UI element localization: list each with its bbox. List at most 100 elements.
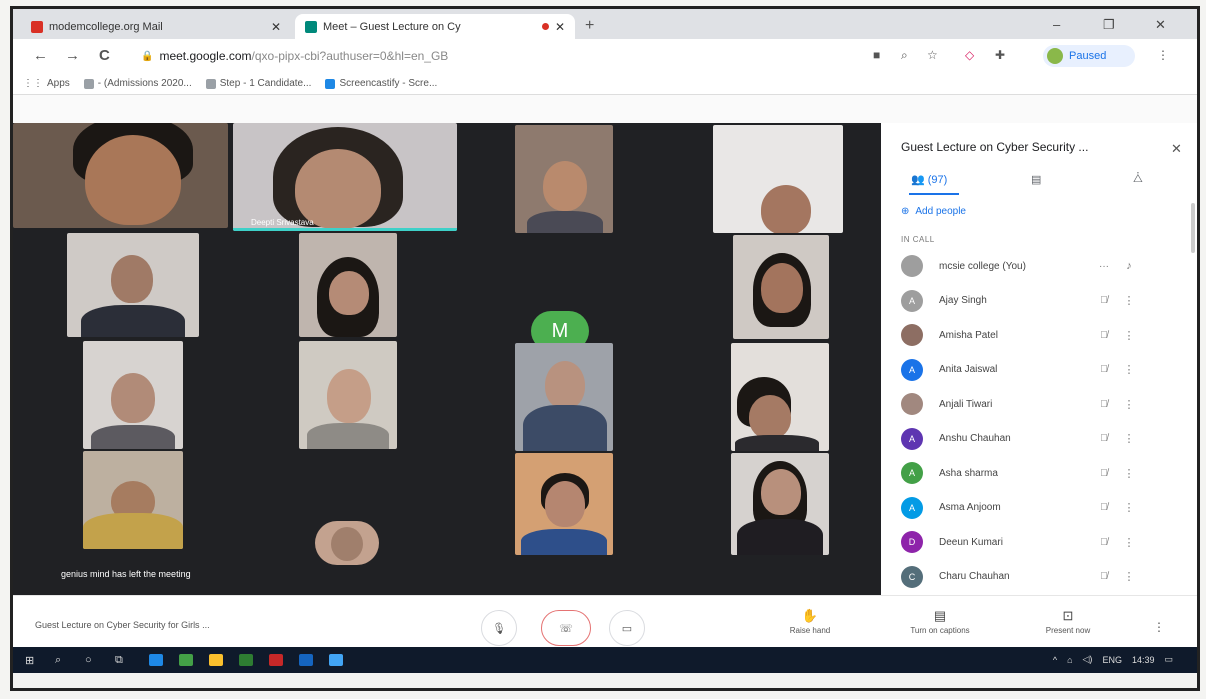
tab-gmail[interactable]: modemcollege.org Mail ✕ bbox=[21, 14, 291, 39]
star-icon[interactable]: ☆ bbox=[927, 48, 938, 62]
list-item[interactable]: A Anita Jaiswal 🎙̸ ⋮ bbox=[901, 353, 1185, 388]
video-tile[interactable]: Deepti Srivastava bbox=[233, 123, 457, 231]
more-vert-icon[interactable]: ⋮ bbox=[1157, 48, 1169, 62]
cortana-icon[interactable]: ○ bbox=[85, 653, 92, 667]
mic-button[interactable]: 🎙 bbox=[481, 610, 517, 646]
list-item[interactable]: C Charu Chauhan 🎙̸ ⋮ bbox=[901, 560, 1185, 595]
tab-meet[interactable]: Meet – Guest Lecture on Cy ✕ bbox=[295, 14, 575, 39]
people-panel: Guest Lecture on Cyber Security ... ✕ 👥 … bbox=[881, 123, 1197, 595]
reload-button[interactable]: C bbox=[99, 47, 110, 64]
minimize-button[interactable]: – bbox=[1053, 17, 1060, 32]
tab-activities[interactable]: ⧊ bbox=[1133, 173, 1143, 186]
camera-button[interactable]: ▭ bbox=[609, 610, 645, 646]
task-view-icon[interactable]: ⧉ bbox=[115, 653, 123, 667]
video-tile[interactable] bbox=[713, 125, 843, 233]
tray-expand-icon[interactable]: ^ bbox=[1053, 655, 1057, 665]
forward-button[interactable]: → bbox=[65, 47, 80, 64]
more-vert-icon[interactable]: ⋮ bbox=[1119, 432, 1139, 445]
more-vert-icon[interactable]: ⋮ bbox=[1119, 536, 1139, 549]
video-tile[interactable] bbox=[733, 235, 829, 339]
file-explorer-icon[interactable] bbox=[209, 654, 223, 666]
panel-title: Guest Lecture on Cyber Security ... bbox=[901, 140, 1089, 154]
video-tile[interactable] bbox=[515, 343, 613, 451]
avatar bbox=[901, 324, 923, 347]
list-item[interactable]: mcsie college (You) ··· ♪ bbox=[901, 249, 1185, 284]
more-vert-icon[interactable]: ⋮ bbox=[1153, 620, 1165, 634]
search-icon[interactable]: ⌕ bbox=[55, 653, 61, 667]
windows-start-icon[interactable]: ⊞ bbox=[25, 653, 34, 667]
address-bar[interactable]: 🔒 meet.google.com/qxo-pipx-cbi?authuser=… bbox=[133, 44, 863, 68]
camera-icon[interactable]: ■ bbox=[873, 48, 880, 62]
close-tab-icon[interactable]: ✕ bbox=[271, 20, 281, 34]
more-vert-icon[interactable]: ⋮ bbox=[1119, 294, 1139, 307]
video-tile[interactable] bbox=[731, 453, 829, 555]
network-icon[interactable]: ⌂ bbox=[1067, 655, 1072, 665]
video-tile[interactable] bbox=[83, 341, 183, 449]
language-indicator[interactable]: ENG bbox=[1102, 655, 1122, 665]
new-tab-button[interactable]: + bbox=[585, 17, 594, 35]
meeting-controls-bar: Guest Lecture on Cyber Security for Girl… bbox=[13, 595, 1197, 647]
edge-icon[interactable] bbox=[149, 654, 163, 666]
panel-scrollbar[interactable] bbox=[1191, 203, 1195, 253]
word-icon[interactable] bbox=[299, 654, 313, 666]
tab-chat[interactable]: ▤ bbox=[1031, 173, 1041, 186]
people-icon: 👥 bbox=[911, 174, 925, 186]
more-vert-icon[interactable]: ⋮ bbox=[1119, 398, 1139, 411]
close-icon[interactable]: ✕ bbox=[1171, 141, 1182, 157]
raise-hand-button[interactable]: ✋ Raise hand bbox=[755, 608, 865, 635]
close-tab-icon[interactable]: ✕ bbox=[555, 20, 565, 34]
more-vert-icon[interactable]: ⋮ bbox=[1119, 501, 1139, 514]
extension-icon[interactable]: ◇ bbox=[965, 48, 974, 62]
more-vert-icon[interactable]: ⋮ bbox=[1119, 570, 1139, 583]
captions-button[interactable]: ▤ Turn on captions bbox=[885, 608, 995, 635]
avatar: A bbox=[901, 358, 923, 381]
meeting-title[interactable]: Guest Lecture on Cyber Security for Girl… bbox=[35, 620, 210, 630]
apps-grid-icon: ⋮⋮ bbox=[23, 78, 43, 89]
more-icon: ··· bbox=[1099, 260, 1109, 272]
more-vert-icon[interactable]: ⋮ bbox=[1119, 467, 1139, 480]
add-person-icon: ⊕ bbox=[901, 206, 910, 217]
list-item[interactable]: A Anshu Chauhan 🎙̸ ⋮ bbox=[901, 422, 1185, 457]
mic-off-icon: 🎙̸ bbox=[1100, 295, 1108, 307]
excel-icon[interactable] bbox=[239, 654, 253, 666]
bookmarks-bar: ⋮⋮ Apps - (Admissions 2020... Step - 1 Ca… bbox=[13, 73, 1197, 95]
avatar: A bbox=[901, 289, 923, 312]
video-tile[interactable] bbox=[67, 233, 199, 337]
volume-icon[interactable]: ◁) bbox=[1083, 654, 1093, 665]
video-tile[interactable] bbox=[731, 343, 829, 451]
more-vert-icon[interactable]: ⋮ bbox=[1119, 363, 1139, 376]
bookmark-apps[interactable]: ⋮⋮ Apps bbox=[23, 78, 70, 89]
present-now-button[interactable]: ⊡ Present now bbox=[1013, 608, 1123, 635]
close-window-button[interactable]: ✕ bbox=[1155, 17, 1166, 33]
more-vert-icon[interactable]: ⋮ bbox=[1119, 329, 1139, 342]
zoom-icon[interactable]: ⌕ bbox=[901, 48, 908, 63]
tab-title: Meet – Guest Lecture on Cy bbox=[323, 20, 461, 33]
back-button[interactable]: ← bbox=[33, 47, 48, 64]
maximize-button[interactable]: ❐ bbox=[1103, 17, 1115, 33]
list-item[interactable]: Amisha Patel 🎙̸ ⋮ bbox=[901, 318, 1185, 353]
leave-call-button[interactable]: ☏ bbox=[541, 610, 591, 646]
bookmark-screencastify[interactable]: Screencastify - Scre... bbox=[325, 78, 437, 89]
profile-button[interactable]: Paused bbox=[1043, 45, 1135, 67]
list-item[interactable]: A Ajay Singh 🎙̸ ⋮ bbox=[901, 284, 1185, 319]
powerpoint-icon[interactable] bbox=[269, 654, 283, 666]
list-item[interactable]: A Asma Anjoom 🎙̸ ⋮ bbox=[901, 491, 1185, 526]
video-tile[interactable] bbox=[299, 233, 397, 337]
bookmark-step1[interactable]: Step - 1 Candidate... bbox=[205, 78, 311, 89]
tab-people[interactable]: 👥 (97) bbox=[911, 173, 947, 186]
video-tile[interactable] bbox=[299, 341, 397, 449]
puzzle-icon[interactable]: ✚ bbox=[995, 48, 1005, 62]
list-item[interactable]: A Asha sharma 🎙̸ ⋮ bbox=[901, 456, 1185, 491]
app-icon[interactable] bbox=[329, 654, 343, 666]
clock[interactable]: 14:39 bbox=[1132, 655, 1155, 665]
chrome-icon[interactable] bbox=[179, 654, 193, 666]
video-tile[interactable] bbox=[515, 125, 613, 233]
bookmark-admissions[interactable]: - (Admissions 2020... bbox=[83, 78, 192, 89]
video-tile[interactable] bbox=[13, 123, 228, 228]
video-tile[interactable] bbox=[515, 453, 613, 555]
video-tile[interactable] bbox=[83, 451, 183, 549]
add-people-button[interactable]: ⊕ Add people bbox=[901, 206, 966, 217]
list-item[interactable]: Anjali Tiwari 🎙̸ ⋮ bbox=[901, 387, 1185, 422]
list-item[interactable]: D Deeun Kumari 🎙̸ ⋮ bbox=[901, 525, 1185, 560]
notifications-icon[interactable]: ▭ bbox=[1164, 654, 1173, 665]
